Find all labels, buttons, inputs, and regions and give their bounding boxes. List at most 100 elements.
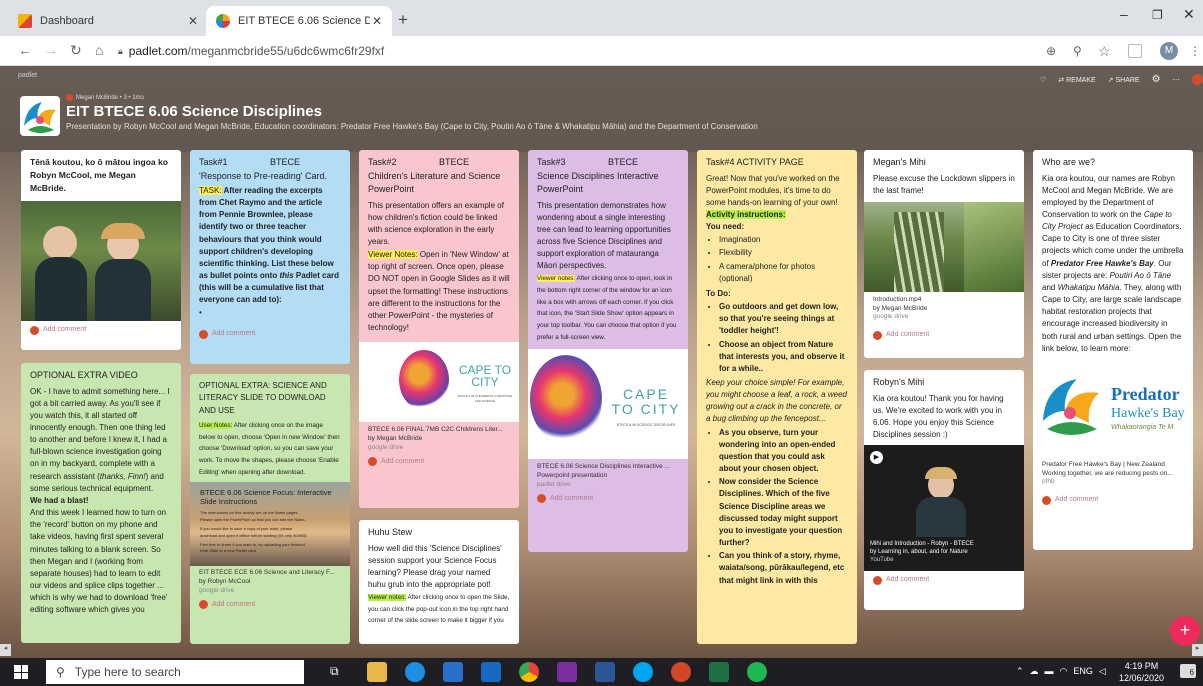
tab-dashboard[interactable]: Dashboard ✕: [8, 6, 208, 36]
close-tab-icon[interactable]: ✕: [372, 14, 382, 28]
wifi-icon[interactable]: ◠: [1060, 666, 1068, 677]
extension-icon[interactable]: [1128, 44, 1142, 58]
notification-center-icon[interactable]: 6: [1180, 664, 1196, 678]
person-hair-2: [101, 222, 145, 239]
add-comment-button[interactable]: Add comment: [873, 575, 1015, 586]
heart-icon[interactable]: ♡: [1040, 76, 1046, 84]
scroll-right-arrow-icon[interactable]: ▸: [1192, 644, 1203, 656]
system-tray[interactable]: ⌃ ☁ ▬ ◠ ENG ◁: [1016, 666, 1106, 677]
word-icon[interactable]: [595, 662, 615, 682]
list-item: Flexibility: [719, 247, 848, 259]
add-comment-button[interactable]: Add comment: [1042, 495, 1184, 506]
mail-icon[interactable]: [481, 662, 501, 682]
chevron-up-icon[interactable]: ⌃: [1016, 666, 1024, 677]
windows-start-icon[interactable]: [14, 665, 28, 679]
slide-thumbnail[interactable]: BTECE 6.06 Science Focus: Interactive Sl…: [190, 482, 350, 567]
page-subtitle: Presentation by Robyn McCool and Megan M…: [66, 122, 758, 131]
remake-button[interactable]: ⇄ REMAKE: [1058, 76, 1095, 84]
forward-icon[interactable]: →: [44, 42, 58, 58]
back-icon[interactable]: ←: [18, 42, 32, 58]
padlet-brand[interactable]: padlet: [18, 72, 37, 79]
link-meta[interactable]: Predator Free Hawke's Bay | New Zealand W…: [1042, 461, 1184, 487]
play-icon[interactable]: ▶: [870, 451, 883, 465]
add-comment-button[interactable]: Add comment: [537, 494, 679, 505]
tab-padlet[interactable]: EIT BTECE 6.06 Science Discipline ✕: [206, 6, 392, 36]
cloud-icon[interactable]: ☁: [1030, 666, 1039, 677]
cast-icon[interactable]: ⊕: [1046, 44, 1056, 58]
card-megans-mihi[interactable]: Megan's Mihi Please excuse the Lockdown …: [864, 150, 1024, 358]
url-field[interactable]: 🔒︎ padlet.com/meganmcbride55/u6dc6wmc6fr…: [118, 41, 384, 61]
padlet-actions: ♡ ⇄ REMAKE ↗ SHARE ⚙ ⋯: [1040, 74, 1203, 85]
to-do-heading: To Do:: [706, 288, 731, 298]
card-optional-video[interactable]: OPTIONAL EXTRA VIDEO OK - I have to admi…: [21, 363, 181, 643]
share-button[interactable]: ↗ SHARE: [1108, 76, 1140, 84]
task-view-icon[interactable]: ⧉: [330, 664, 339, 679]
activity-label: Activity instructions:: [706, 209, 786, 219]
reload-icon[interactable]: ↻: [70, 42, 82, 59]
keep-simple-text: Keep your choice simple! For example, yo…: [706, 378, 847, 424]
maximize-icon[interactable]: ❐: [1152, 8, 1163, 22]
excel-icon[interactable]: [709, 662, 729, 682]
add-comment-button[interactable]: Add comment: [199, 600, 341, 611]
powerpoint-icon[interactable]: [671, 662, 691, 682]
add-comment-button[interactable]: Add comment: [199, 329, 341, 340]
onenote-icon[interactable]: [557, 662, 577, 682]
volume-icon[interactable]: ◁: [1099, 666, 1106, 677]
card-task1[interactable]: Task#1 BTECE 'Response to Pre-reading' C…: [190, 150, 350, 364]
network-icon[interactable]: ▬: [1045, 666, 1054, 677]
card-text-2: And this week I learned how to turn on t…: [30, 508, 168, 615]
settings-gear-icon[interactable]: ⚙: [1152, 74, 1161, 85]
person-shirt: [916, 497, 966, 538]
spotify-icon[interactable]: [747, 662, 767, 682]
menu-kebab-icon[interactable]: ⋮: [1189, 44, 1201, 58]
predator-free-logo-image[interactable]: Predator Hawke's Bay Whakaorangia Te M: [1033, 360, 1193, 457]
new-tab-icon[interactable]: +: [398, 10, 408, 30]
language-indicator[interactable]: ENG: [1073, 666, 1093, 677]
comment-avatar-icon: [537, 494, 546, 504]
add-comment-button[interactable]: Add comment: [368, 457, 510, 468]
padlet-board: padlet Megan McBride • 3 • 1mo EIT BTECE…: [0, 66, 1203, 658]
video-thumbnail-megan[interactable]: [864, 201, 1024, 292]
card-text: OK - I have to admit something here... I…: [30, 386, 170, 493]
close-tab-icon[interactable]: ✕: [188, 14, 198, 28]
browser-tab-bar: Dashboard ✕ EIT BTECE 6.06 Science Disci…: [0, 0, 1203, 36]
add-post-button[interactable]: +: [1170, 616, 1200, 646]
card-task4-activity[interactable]: Task#4 ACTIVITY PAGE Great! Now that you…: [697, 150, 857, 644]
video-thumbnail-robyn[interactable]: ▶ Mihi and Introduction - Robyn - BTECE b…: [864, 445, 1024, 572]
card-intro[interactable]: Tēnā koutou, ko ō mātou ingoa ko Robyn M…: [21, 150, 181, 350]
edge-browser-icon[interactable]: [405, 662, 425, 682]
photo-robyn-megan[interactable]: [21, 200, 181, 321]
skype-icon[interactable]: [633, 662, 653, 682]
card-robyns-mihi[interactable]: Robyn's Mihi Kia ora koutou! Thank you f…: [864, 370, 1024, 610]
cape-to-city-logo-text: CAPE TO CITY: [611, 386, 681, 417]
add-comment-button[interactable]: Add comment: [873, 330, 1015, 341]
tree-graphic: [894, 211, 944, 292]
card-optional-extra[interactable]: OPTIONAL EXTRA: SCIENCE AND LITERACY SLI…: [190, 374, 350, 644]
profile-avatar[interactable]: M: [1160, 42, 1178, 60]
list-item: Can you think of a story, rhyme, waiata/…: [719, 550, 848, 586]
bookmark-star-icon[interactable]: ☆: [1098, 43, 1111, 60]
add-comment-button[interactable]: Add comment: [30, 325, 172, 336]
file-explorer-icon[interactable]: [367, 662, 387, 682]
science-disciplines-slide-thumbnail[interactable]: CAPE TO CITY BTECE 6.06 SCIENCE DISCIPLIN…: [528, 349, 688, 460]
padlet-logo-image: [20, 96, 60, 136]
foliage-graphic: [964, 201, 1024, 292]
card-huhu-stew[interactable]: Huhu Stew How well did this 'Science Dis…: [359, 520, 519, 644]
store-icon[interactable]: [443, 662, 463, 682]
home-icon[interactable]: ⌂: [95, 42, 103, 58]
minimize-icon[interactable]: –: [1120, 6, 1128, 22]
zoom-icon[interactable]: ⚲: [1073, 44, 1082, 58]
cape-to-city-slide-thumbnail[interactable]: CAPE TO CITY BTECE 6.06 CHILDREN'S LITER…: [359, 342, 519, 423]
clock[interactable]: 4:19 PM 12/06/2020: [1119, 660, 1164, 684]
card-task3[interactable]: Task#3 BTECE Science Disciplines Interac…: [528, 150, 688, 552]
more-icon[interactable]: ⋯: [1173, 76, 1180, 84]
card-who-are-we[interactable]: Who are we? Kia ora koutou, our names ar…: [1033, 150, 1193, 550]
card-task2[interactable]: Task#2 BTECE Children's Literature and S…: [359, 150, 519, 508]
chrome-icon[interactable]: [519, 662, 539, 682]
taskbar-search-input[interactable]: ⚲ Type here to search: [46, 660, 304, 684]
user-avatar[interactable]: [1191, 74, 1203, 85]
comment-avatar-icon: [30, 325, 39, 335]
close-window-icon[interactable]: ✕: [1183, 6, 1195, 23]
scroll-left-arrow-icon[interactable]: ◂: [0, 644, 11, 656]
todo-list: Go outdoors and get down low, so that yo…: [719, 301, 848, 375]
